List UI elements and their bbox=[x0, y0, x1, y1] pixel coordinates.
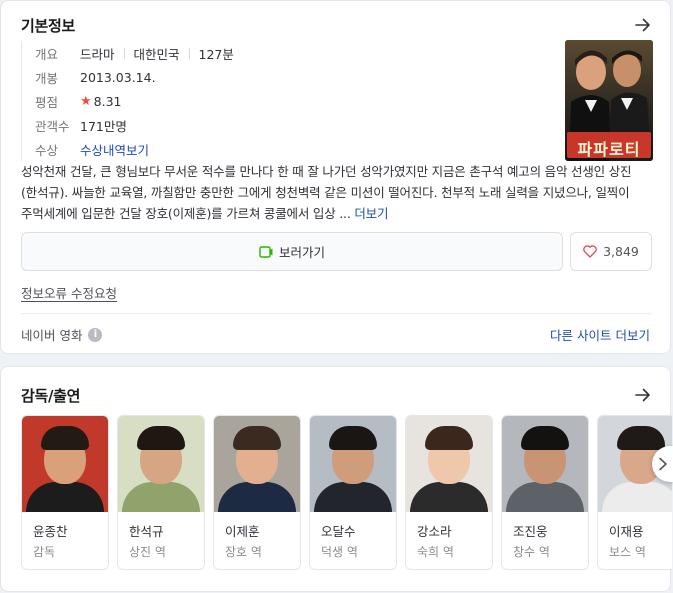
release-label: 개봉 bbox=[35, 70, 59, 86]
cast-list: 윤종찬 감독 한석규 상진 역 이제훈 장호 역 오달수 덕생 역 강소라 숙희… bbox=[21, 415, 672, 575]
source-text: 네이버 영화 bbox=[21, 328, 83, 343]
person-card[interactable]: 조진웅 창수 역 bbox=[501, 415, 589, 570]
audience-row: 관객수 171만명 bbox=[35, 113, 234, 137]
divider bbox=[188, 47, 190, 59]
person-card[interactable]: 오달수 덕생 역 bbox=[309, 415, 397, 570]
person-card[interactable]: 윤종찬 감독 bbox=[21, 415, 109, 570]
person-photo bbox=[502, 416, 588, 512]
info-rows: 개요 드라마 대한민국 127분 개봉 2013.03.14. 평점 ★ 8.3… bbox=[21, 41, 234, 161]
person-card[interactable]: 이재용 보스 역 bbox=[597, 415, 672, 570]
person-photo bbox=[118, 416, 204, 512]
star-icon: ★ bbox=[80, 93, 92, 109]
like-button[interactable]: 3,849 bbox=[570, 232, 652, 271]
watch-label: 보러가기 bbox=[278, 245, 325, 260]
divider bbox=[21, 313, 652, 314]
runtime-value: 127분 bbox=[198, 46, 234, 62]
person-name: 윤종찬 bbox=[33, 524, 68, 539]
person-card[interactable]: 강소라 숙희 역 bbox=[405, 415, 493, 570]
chevron-right-icon bbox=[659, 457, 667, 471]
poster-title: 파파로티 bbox=[577, 140, 641, 159]
genre-value: 드라마 bbox=[80, 46, 115, 62]
person-name: 한석규 bbox=[129, 524, 164, 539]
person-photo bbox=[310, 416, 396, 512]
person-name: 강소라 bbox=[417, 524, 452, 539]
overview-row: 개요 드라마 대한민국 127분 bbox=[35, 41, 234, 65]
arrow-right-icon[interactable] bbox=[634, 16, 652, 34]
person-name: 조진웅 bbox=[513, 524, 548, 539]
person-role: 장호 역 bbox=[225, 545, 262, 559]
basic-info-card: 기본정보 개요 드라마 대한민국 127분 개봉 2013.03.14. 평점 … bbox=[0, 0, 671, 354]
rating-label: 평점 bbox=[35, 94, 59, 110]
person-card[interactable]: 이제훈 장호 역 bbox=[213, 415, 301, 570]
person-name: 오달수 bbox=[321, 524, 356, 539]
audience-label: 관객수 bbox=[35, 118, 70, 134]
audience-value: 171만명 bbox=[80, 118, 127, 134]
source-label: 네이버 영화 i bbox=[21, 325, 103, 344]
movie-poster[interactable]: 파파로티 bbox=[565, 40, 653, 161]
person-photo bbox=[22, 416, 108, 512]
person-role: 감독 bbox=[33, 545, 56, 559]
person-photo bbox=[214, 416, 300, 512]
basic-info-title: 기본정보 bbox=[21, 17, 76, 35]
person-name: 이제훈 bbox=[225, 524, 260, 539]
like-count: 3,849 bbox=[603, 244, 639, 259]
play-icon bbox=[259, 245, 273, 258]
awards-row: 수상 수상내역보기 bbox=[35, 137, 234, 161]
cast-title: 감독/출연 bbox=[21, 387, 81, 405]
awards-link[interactable]: 수상내역보기 bbox=[80, 140, 149, 159]
person-role: 숙희 역 bbox=[417, 545, 454, 559]
more-link[interactable]: 더보기 bbox=[354, 206, 388, 221]
country-value: 대한민국 bbox=[133, 46, 180, 62]
person-role: 상진 역 bbox=[129, 545, 166, 559]
report-error-link[interactable]: 정보오류 수정요청 bbox=[21, 283, 117, 302]
rating-row: 평점 ★ 8.31 bbox=[35, 89, 234, 113]
other-sites-link[interactable]: 다른 사이트 더보기 bbox=[550, 325, 650, 344]
person-role: 보스 역 bbox=[609, 545, 646, 559]
person-role: 창수 역 bbox=[513, 545, 550, 559]
watch-button[interactable]: 보러가기 bbox=[21, 232, 563, 271]
rating-value: 8.31 bbox=[93, 93, 122, 109]
person-card[interactable]: 한석규 상진 역 bbox=[117, 415, 205, 570]
person-role: 덕생 역 bbox=[321, 545, 358, 559]
person-name: 이재용 bbox=[609, 524, 644, 539]
divider bbox=[123, 47, 125, 59]
movie-description: 성악천재 건달, 큰 형님보다 무서운 적수를 만나다 한 때 잘 나가던 성악… bbox=[21, 161, 651, 224]
description-text: 성악천재 건달, 큰 형님보다 무서운 적수를 만나다 한 때 잘 나가던 성악… bbox=[21, 164, 632, 221]
arrow-right-icon[interactable] bbox=[634, 386, 652, 404]
overview-label: 개요 bbox=[35, 46, 59, 62]
info-icon[interactable]: i bbox=[88, 327, 103, 342]
release-date: 2013.03.14. bbox=[80, 69, 156, 85]
heart-icon bbox=[583, 245, 597, 258]
awards-label: 수상 bbox=[35, 142, 59, 158]
cast-card: 감독/출연 윤종찬 감독 한석규 상진 역 이제훈 장호 역 오달수 덕생 역 … bbox=[0, 366, 672, 592]
release-row: 개봉 2013.03.14. bbox=[35, 65, 234, 89]
person-photo bbox=[406, 416, 492, 512]
